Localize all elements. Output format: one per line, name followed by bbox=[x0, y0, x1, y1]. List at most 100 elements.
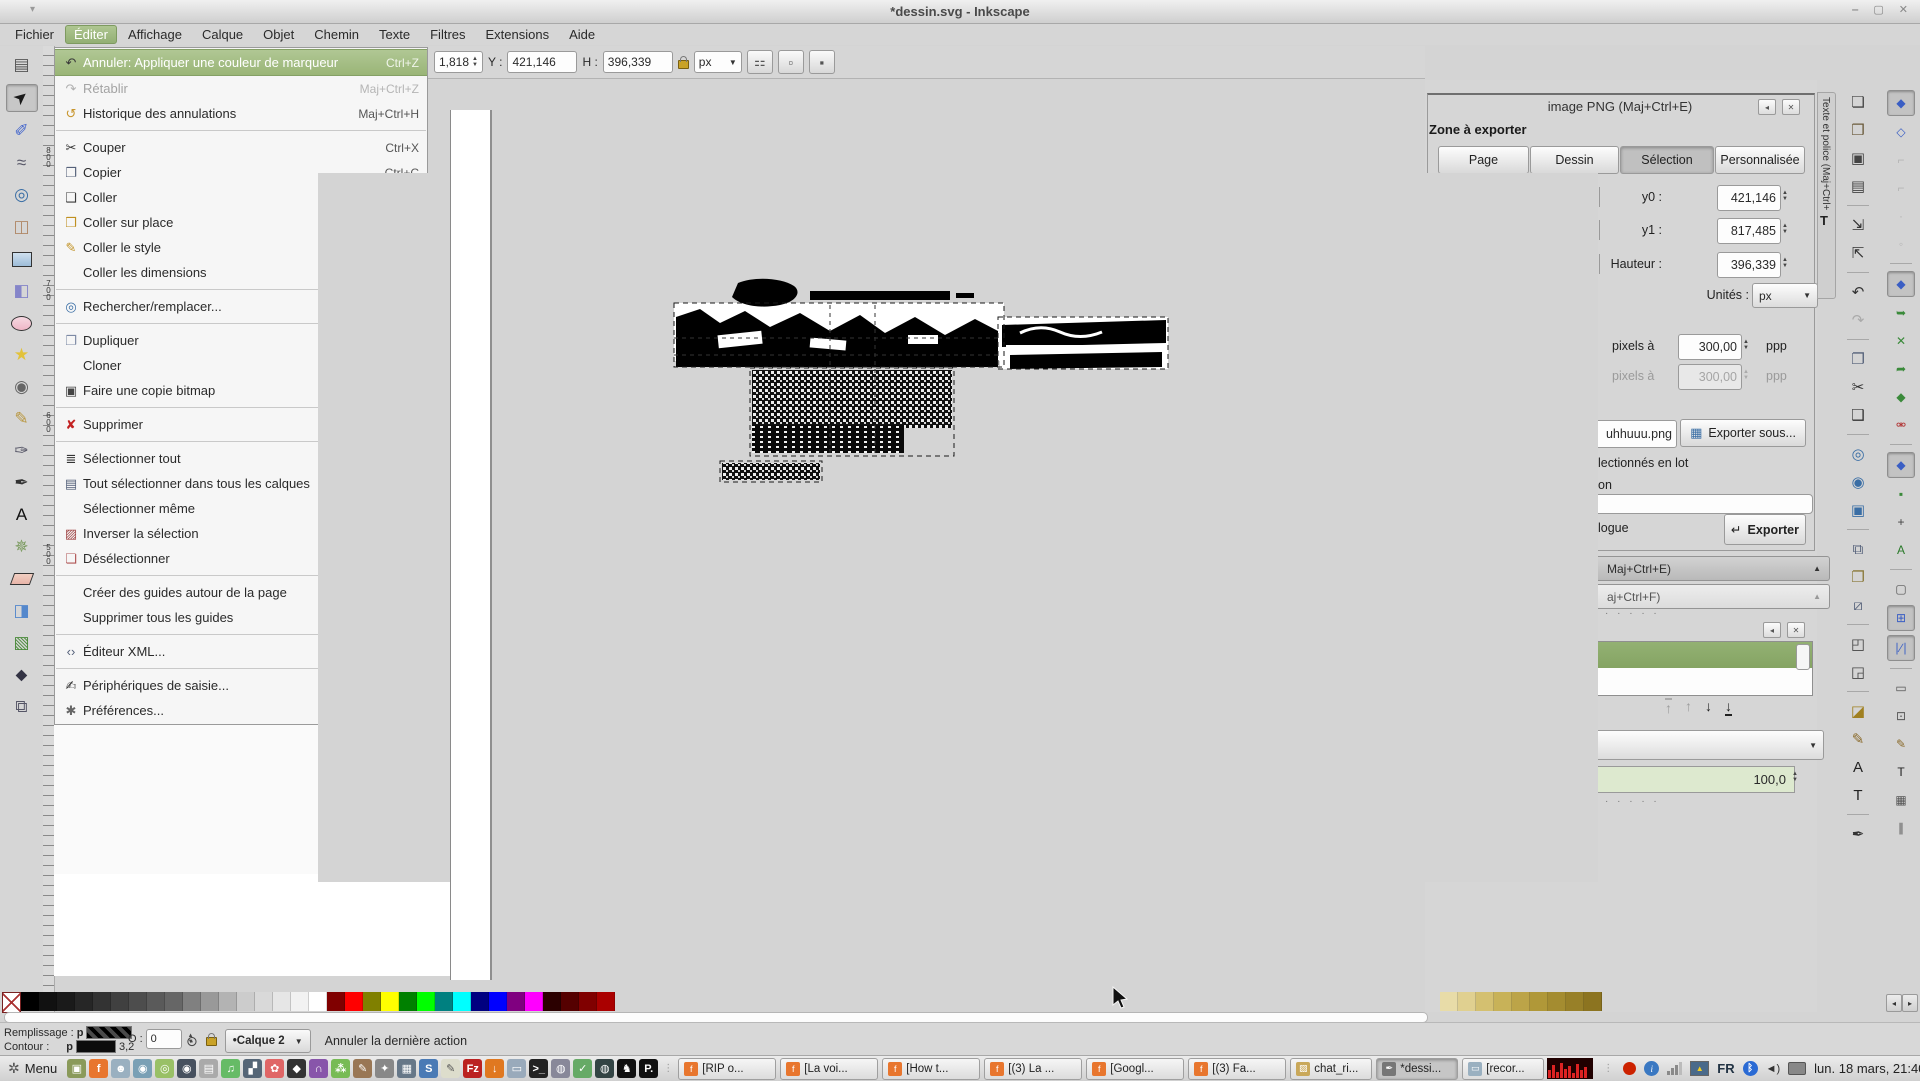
tool-spiral[interactable]: ◉ bbox=[7, 374, 37, 400]
group[interactable]: ◰ bbox=[1845, 632, 1871, 656]
update-shield-icon[interactable]: i bbox=[1644, 1061, 1659, 1076]
launcher-record[interactable]: ◉ bbox=[177, 1059, 196, 1078]
palette-swatch[interactable] bbox=[219, 992, 237, 1011]
snap-bbox-corners[interactable]: ⌐ bbox=[1888, 176, 1914, 200]
tool-node[interactable]: ✐ bbox=[7, 118, 37, 144]
tool-tweak[interactable]: ≈ bbox=[7, 150, 37, 176]
snap-midpoints[interactable]: ⚮ bbox=[1888, 413, 1914, 437]
window-lavoi[interactable]: f [La voi... bbox=[780, 1058, 878, 1080]
tool-3dbox[interactable]: ◧ bbox=[7, 278, 37, 304]
palette-scroll-left[interactable]: ◂ bbox=[1886, 994, 1902, 1012]
layer-lock-icon[interactable] bbox=[206, 1037, 217, 1046]
tool-star[interactable]: ★ bbox=[7, 342, 37, 368]
menu-calque[interactable]: Calque bbox=[193, 25, 252, 44]
zoom-selection[interactable]: ◎ bbox=[1845, 442, 1871, 466]
taskbar-menu-button[interactable]: ✲ Menu bbox=[4, 1059, 64, 1078]
xml-editor-icon[interactable]: ✒ bbox=[1845, 822, 1871, 846]
lock-ratio-icon[interactable] bbox=[678, 60, 689, 69]
menu-filtres[interactable]: Filtres bbox=[421, 25, 474, 44]
x-field[interactable]: 1,818▲▼ bbox=[434, 51, 483, 73]
export-document[interactable]: ⇱ bbox=[1845, 241, 1871, 265]
snap-rotation-centers[interactable]: + bbox=[1888, 510, 1914, 534]
close-icon[interactable]: ✕ bbox=[1782, 99, 1800, 115]
tool-text[interactable]: A bbox=[7, 502, 37, 528]
palette-swatch[interactable] bbox=[579, 992, 597, 1011]
page-border-icon[interactable]: ▭ bbox=[1888, 676, 1914, 700]
launcher-sublime[interactable]: S bbox=[419, 1059, 438, 1078]
launcher-desktop[interactable]: ▣ bbox=[67, 1059, 86, 1078]
cut[interactable]: ✂ Couper Ctrl+X bbox=[55, 135, 427, 160]
palette-swatch[interactable] bbox=[39, 992, 57, 1011]
text-dialog[interactable]: A bbox=[1845, 755, 1871, 779]
snap-guides[interactable]: ∣∕∣ bbox=[1887, 635, 1915, 661]
edit-path-icon[interactable]: ✎ bbox=[1845, 727, 1871, 751]
tool-calligraphy[interactable]: ✒ bbox=[7, 470, 37, 496]
hauteur-spinner[interactable]: ▲▼ bbox=[1782, 257, 1788, 269]
launcher-video[interactable]: ▞ bbox=[243, 1059, 262, 1078]
snap-grids[interactable]: ⊞ bbox=[1887, 605, 1915, 631]
y1-spinner[interactable]: ▲▼ bbox=[1782, 223, 1788, 235]
guides-lock-icon[interactable]: ∥ bbox=[1888, 816, 1914, 840]
zoom-page[interactable]: ▣ bbox=[1845, 498, 1871, 522]
tool-spray[interactable]: ✵ bbox=[7, 534, 37, 560]
hauteur-field[interactable]: 396,339 bbox=[1717, 252, 1781, 278]
grid-icon[interactable]: ⊡ bbox=[1888, 704, 1914, 728]
zoom-drawing[interactable]: ◉ bbox=[1845, 470, 1871, 494]
print-document[interactable]: ▤ bbox=[1845, 174, 1871, 198]
tool-measure[interactable]: ◫ bbox=[7, 214, 37, 240]
paste[interactable]: ❑ bbox=[1845, 403, 1871, 427]
redo[interactable]: ↷ bbox=[1845, 308, 1871, 332]
export-as-button[interactable]: ▦ Exporter sous... bbox=[1680, 419, 1806, 447]
palette-swatch[interactable] bbox=[309, 992, 327, 1011]
y0-spinner[interactable]: ▲▼ bbox=[1782, 190, 1788, 202]
palette-swatch[interactable] bbox=[507, 992, 525, 1011]
tool-gradient[interactable]: ▧ bbox=[7, 630, 37, 656]
palette-swatch[interactable] bbox=[525, 992, 543, 1011]
snap-object-centers[interactable]: ▪ bbox=[1888, 482, 1914, 506]
duplicate[interactable]: ⧉ bbox=[1845, 537, 1871, 561]
tool-ellipse[interactable] bbox=[7, 310, 37, 336]
palette-swatch[interactable] bbox=[111, 992, 129, 1011]
tool-select[interactable]: ➤ bbox=[6, 84, 38, 112]
tool-bezier[interactable]: ✑ bbox=[7, 438, 37, 464]
redo[interactable]: ↷ Rétablir Maj+Ctrl+Z bbox=[55, 76, 427, 101]
fill-swatch[interactable] bbox=[86, 1026, 132, 1039]
window-3fa[interactable]: f [(3) Fa... bbox=[1188, 1058, 1286, 1080]
menu-chemin[interactable]: Chemin bbox=[305, 25, 368, 44]
palette-swatch[interactable] bbox=[2, 992, 21, 1013]
palette-swatch[interactable] bbox=[201, 992, 219, 1011]
snap-others[interactable]: ◆ bbox=[1887, 452, 1915, 478]
palette-swatch[interactable] bbox=[1566, 992, 1584, 1011]
palette-swatch[interactable] bbox=[237, 992, 255, 1011]
launcher-pen[interactable]: ✎ bbox=[353, 1059, 372, 1078]
window-recor[interactable]: ▭ [recor... bbox=[1462, 1058, 1544, 1080]
palette-swatch[interactable] bbox=[291, 992, 309, 1011]
palette-swatch[interactable] bbox=[489, 992, 507, 1011]
stroke-swatch[interactable] bbox=[76, 1040, 116, 1053]
snap-bbox-edges[interactable]: ⌐ bbox=[1888, 148, 1914, 172]
lower-icon[interactable]: ↓ bbox=[1705, 698, 1712, 716]
palette-swatch[interactable] bbox=[345, 992, 363, 1011]
snap-nodes[interactable]: ◆ bbox=[1887, 271, 1915, 297]
shade-button[interactable]: ◂ bbox=[1758, 99, 1776, 115]
toolbar-button-2[interactable]: ▫ bbox=[778, 50, 804, 74]
snap-cusp-nodes[interactable]: ➦ bbox=[1888, 357, 1914, 381]
launcher-calculator[interactable]: ▦ bbox=[397, 1059, 416, 1078]
palette-swatch[interactable] bbox=[255, 992, 273, 1011]
palette-swatch[interactable] bbox=[363, 992, 381, 1011]
palette-swatch[interactable] bbox=[129, 992, 147, 1011]
toolbar-button-3[interactable]: ▪ bbox=[809, 50, 835, 74]
tab-page[interactable]: Page bbox=[1438, 146, 1529, 174]
tab-personnalisee[interactable]: Personnalisée bbox=[1715, 146, 1805, 174]
undo-history[interactable]: ↺ Historique des annulations Maj+Ctrl+H bbox=[55, 101, 427, 126]
palette-swatch[interactable] bbox=[273, 992, 291, 1011]
tool-connector[interactable]: ⧉ bbox=[7, 694, 37, 720]
launcher-notes[interactable]: ✎ bbox=[441, 1059, 460, 1078]
tab-dessin[interactable]: Dessin bbox=[1530, 146, 1619, 174]
open-document[interactable]: ❒ bbox=[1845, 118, 1871, 142]
tab-selection[interactable]: Sélection bbox=[1620, 146, 1714, 174]
palette-swatch[interactable] bbox=[543, 992, 561, 1011]
snap-page-border[interactable]: ▢ bbox=[1888, 577, 1914, 601]
snap-bbox-centers[interactable]: ◦ bbox=[1888, 232, 1914, 256]
palette-swatch[interactable] bbox=[1440, 992, 1458, 1011]
